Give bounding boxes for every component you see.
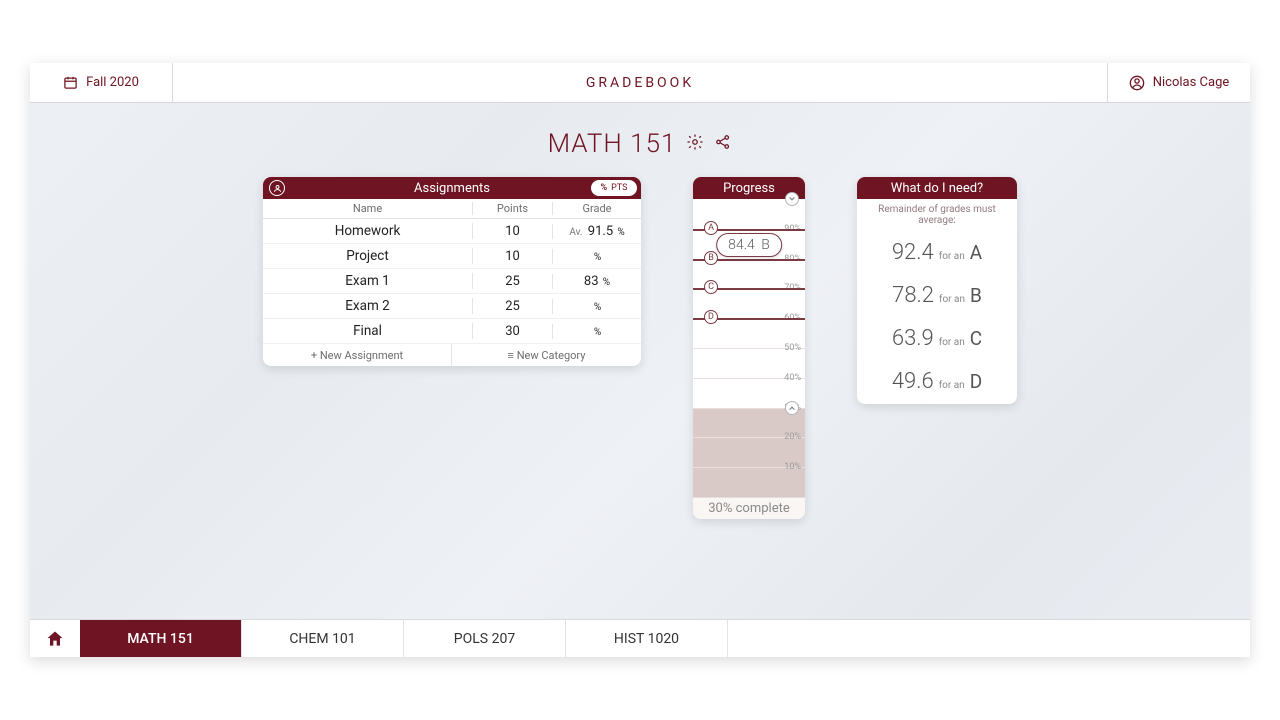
progress-cutoff-marker: C	[704, 280, 718, 294]
assignment-grade: %	[553, 299, 641, 314]
assignment-name: Exam 2	[263, 298, 473, 314]
assignment-name: Homework	[263, 223, 473, 239]
user-icon	[1129, 75, 1145, 91]
course-tabs: MATH 151CHEM 101POLS 207HIST 1020	[30, 619, 1250, 657]
assignments-users-icon[interactable]	[269, 180, 285, 196]
progress-score-bubble: 84.4 B	[716, 233, 782, 257]
progress-grid-label: 40%	[784, 373, 801, 383]
col-points-header: Points	[473, 202, 553, 215]
app-title: GRADEBOOK	[173, 63, 1107, 102]
need-value: 49.6	[892, 369, 934, 394]
new-category-button[interactable]: ≡ New Category	[452, 344, 641, 366]
need-for-text: for an	[939, 380, 965, 391]
need-value: 78.2	[892, 283, 934, 308]
course-tab[interactable]: POLS 207	[404, 620, 566, 657]
assignment-row[interactable]: Exam 225%	[263, 294, 641, 319]
progress-top-handle[interactable]	[785, 192, 799, 206]
need-row: 49.6 for an D	[857, 361, 1017, 404]
assignment-points: 25	[473, 299, 553, 314]
assignment-name: Exam 1	[263, 273, 473, 289]
assignment-row[interactable]: Exam 12583 %	[263, 269, 641, 294]
assignment-points: 10	[473, 249, 553, 264]
progress-grid-label: 20%	[784, 432, 801, 442]
home-tab[interactable]	[30, 620, 80, 657]
user-menu[interactable]: Nicolas Cage	[1107, 63, 1250, 102]
need-row: 78.2 for an B	[857, 275, 1017, 318]
assignment-grade: %	[553, 324, 641, 339]
need-for-text: for an	[939, 251, 965, 262]
course-tab[interactable]: MATH 151	[80, 620, 242, 657]
progress-complete-label: 30% complete	[693, 497, 805, 519]
progress-grid-label: 10%	[784, 462, 801, 472]
assignment-row[interactable]: Homework10Av. 91.5 %	[263, 219, 641, 244]
need-value: 92.4	[892, 240, 934, 265]
app-window: Fall 2020 GRADEBOOK Nicolas Cage MATH 15…	[30, 63, 1250, 657]
need-letter: B	[970, 284, 982, 307]
progress-shade	[693, 408, 805, 497]
panels-row: Assignments % PTS Name Points Grade Home…	[30, 177, 1250, 519]
term-label: Fall 2020	[86, 75, 139, 90]
assignment-row[interactable]: Final30%	[263, 319, 641, 344]
term-selector[interactable]: Fall 2020	[30, 63, 173, 102]
progress-card: Progress 90%80%70%60%50%40%30%20%10%ABCD…	[693, 177, 805, 519]
course-tab[interactable]: HIST 1020	[566, 620, 728, 657]
need-row: 63.9 for an C	[857, 318, 1017, 361]
assignments-header: Assignments % PTS	[263, 177, 641, 199]
assignment-name: Final	[263, 323, 473, 339]
assignments-title: Assignments	[414, 181, 490, 196]
assignment-name: Project	[263, 248, 473, 264]
progress-cutoff-marker: B	[704, 251, 718, 265]
gear-icon[interactable]	[686, 133, 704, 155]
assignments-table-foot: + New Assignment ≡ New Category	[263, 344, 641, 366]
need-letter: A	[970, 241, 982, 264]
course-tab[interactable]: CHEM 101	[242, 620, 404, 657]
assignments-table-head: Name Points Grade	[263, 199, 641, 219]
calendar-icon	[63, 75, 78, 90]
new-assignment-button[interactable]: + New Assignment	[263, 344, 452, 366]
assignments-card: Assignments % PTS Name Points Grade Home…	[263, 177, 641, 366]
col-name-header: Name	[263, 202, 473, 215]
assignment-grade: Av. 91.5 %	[553, 224, 641, 239]
user-name: Nicolas Cage	[1153, 75, 1230, 90]
col-grade-header: Grade	[553, 202, 641, 215]
assignments-table: Name Points Grade Homework10Av. 91.5 %Pr…	[263, 199, 641, 366]
need-letter: C	[970, 327, 982, 350]
assignment-grade: 83 %	[553, 274, 641, 289]
assignment-points: 25	[473, 274, 553, 289]
need-header: What do I need?	[857, 177, 1017, 199]
need-for-text: for an	[939, 294, 965, 305]
grade-mode-toggle[interactable]: % PTS	[591, 180, 637, 196]
assignment-row[interactable]: Project10%	[263, 244, 641, 269]
assignment-points: 10	[473, 224, 553, 239]
assignment-grade: %	[553, 249, 641, 264]
need-row: 92.4 for an A	[857, 232, 1017, 275]
toggle-percent-label: %	[601, 183, 608, 193]
course-header: MATH 151	[30, 129, 1250, 159]
need-card: What do I need? Remainder of grades must…	[857, 177, 1017, 404]
need-for-text: for an	[939, 337, 965, 348]
progress-cutoff-marker: D	[704, 310, 718, 324]
header-bar: Fall 2020 GRADEBOOK Nicolas Cage	[30, 63, 1250, 103]
progress-cutoff-marker: A	[704, 221, 718, 235]
progress-grid-label: 50%	[784, 343, 801, 353]
toggle-points-label: PTS	[611, 183, 627, 193]
progress-body: 90%80%70%60%50%40%30%20%10%ABCD84.4 B	[693, 199, 805, 497]
need-value: 63.9	[892, 326, 934, 351]
progress-bottom-handle[interactable]	[785, 401, 799, 415]
need-subtitle: Remainder of grades must average:	[857, 199, 1017, 232]
assignment-points: 30	[473, 324, 553, 339]
share-icon[interactable]	[714, 133, 732, 155]
need-letter: D	[970, 370, 982, 393]
course-title: MATH 151	[548, 129, 677, 159]
